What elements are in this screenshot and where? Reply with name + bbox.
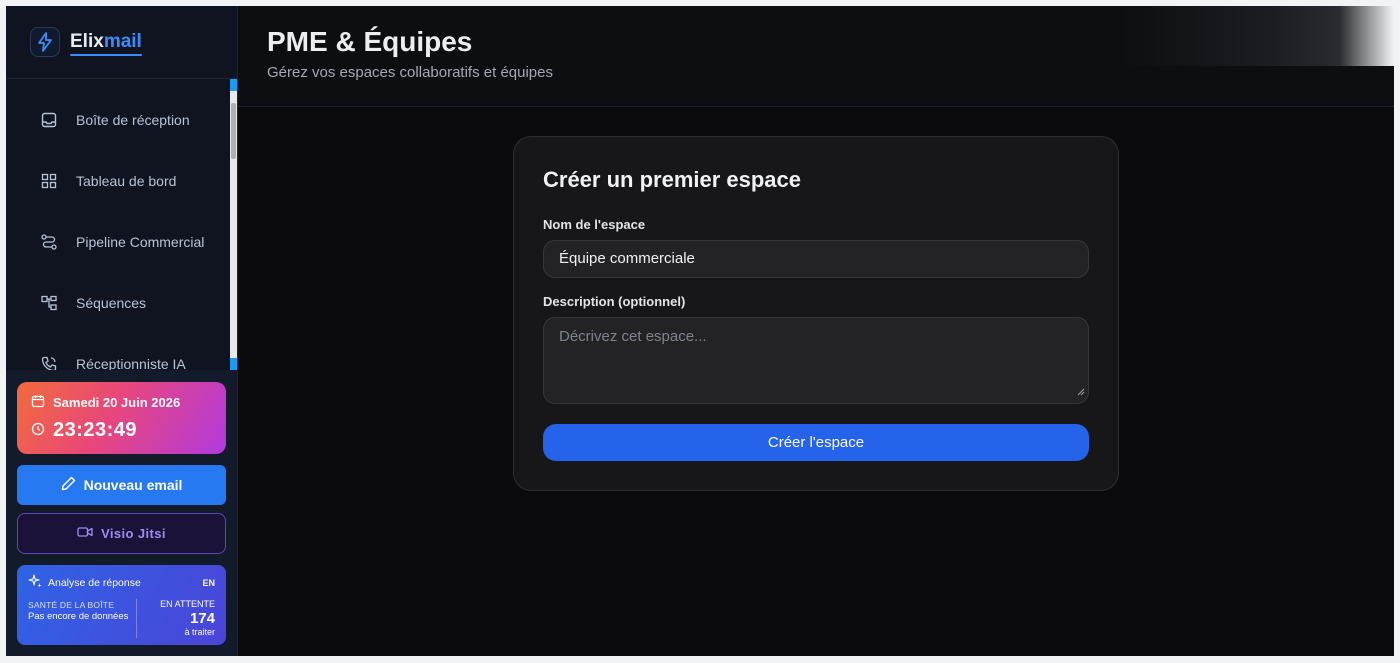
space-name-input[interactable]: Équipe commerciale — [543, 240, 1089, 278]
time-row: 23:23:49 — [31, 419, 212, 442]
analysis-title: Analyse de réponse — [48, 576, 141, 589]
new-email-label: Nouveau email — [83, 477, 183, 493]
scroll-thumb[interactable] — [231, 103, 236, 159]
sidebar-item-dashboard[interactable]: Tableau de bord — [6, 150, 238, 211]
logo-text-part2: mail — [103, 31, 142, 52]
lightning-icon — [30, 27, 60, 57]
sidebar-item-sequences[interactable]: Séquences — [6, 272, 238, 333]
analysis-header: Analyse de réponse EN — [28, 574, 215, 591]
pencil-icon — [61, 476, 84, 494]
response-analysis-card[interactable]: Analyse de réponse EN SANTÉ DE LA BOÎTE … — [17, 565, 226, 645]
sidebar-item-receptionist[interactable]: Réceptionniste IA — [6, 333, 238, 370]
sidebar-footer: Samedi 20 Juin 2026 23:23:49 Nouveau ema… — [6, 370, 237, 656]
pending-caption: EN ATTENTE — [160, 599, 215, 609]
logo-text-part1: Elix — [70, 31, 104, 52]
app-window: Elixmail Boîte de réception Tableau de b… — [6, 6, 1394, 656]
clock-icon — [31, 419, 53, 442]
health-caption: SANTÉ DE LA BOÎTE — [28, 600, 115, 610]
sidebar-nav: Boîte de réception Tableau de bord Pipel… — [6, 79, 238, 370]
main-content: PME & Équipes Gérez vos espaces collabor… — [238, 6, 1394, 656]
date-row: Samedi 20 Juin 2026 — [31, 394, 212, 411]
scroll-up-arrow[interactable] — [230, 79, 237, 91]
pending-number: 174 — [189, 610, 215, 627]
dashboard-icon — [40, 172, 58, 190]
create-space-button[interactable]: Créer l'espace — [543, 424, 1089, 461]
route-icon — [40, 233, 58, 251]
mailbox-health: SANTÉ DE LA BOÎTE Pas encore de données — [28, 599, 137, 638]
create-space-card: Créer un premier espace Nom de l'espace … — [513, 136, 1119, 491]
workflow-icon — [40, 294, 58, 312]
resize-handle-icon[interactable] — [1077, 383, 1085, 400]
health-value: Pas encore de données — [28, 611, 129, 622]
blurred-region — [1120, 6, 1394, 66]
current-time: 23:23:49 — [53, 419, 138, 441]
analysis-body: SANTÉ DE LA BOÎTE Pas encore de données … — [28, 599, 215, 638]
sidebar-item-label: Tableau de bord — [76, 172, 177, 189]
page-subtitle: Gérez vos espaces collaboratifs et équip… — [267, 64, 553, 81]
description-label: Description (optionnel) — [543, 294, 686, 309]
logo-underline — [70, 54, 142, 56]
pending-suffix: à traiter — [184, 627, 215, 637]
sidebar-item-label: Pipeline Commercial — [76, 233, 205, 250]
logo[interactable]: Elixmail — [6, 6, 237, 79]
current-date: Samedi 20 Juin 2026 — [53, 395, 181, 410]
inbox-icon — [40, 111, 58, 129]
sidebar-item-label: Séquences — [76, 294, 147, 311]
form-title: Créer un premier espace — [543, 167, 802, 192]
scroll-down-arrow[interactable] — [230, 358, 237, 370]
sidebar-item-inbox[interactable]: Boîte de réception — [6, 89, 238, 150]
calendar-icon — [31, 394, 53, 411]
sparkles-icon — [28, 574, 48, 591]
visio-label: Visio Jitsi — [101, 526, 166, 541]
sidebar-item-label: Réceptionniste IA — [76, 355, 186, 371]
space-name-label: Nom de l'espace — [543, 217, 646, 232]
video-camera-icon — [77, 526, 101, 541]
description-placeholder: Décrivez cet espace... — [559, 328, 707, 345]
description-textarea[interactable]: Décrivez cet espace... — [543, 317, 1089, 404]
logo-text: Elixmail — [70, 31, 142, 56]
sidebar-item-label: Boîte de réception — [76, 111, 190, 128]
date-time-card: Samedi 20 Juin 2026 23:23:49 — [17, 382, 226, 454]
sidebar: Elixmail Boîte de réception Tableau de b… — [6, 6, 238, 656]
sidebar-scrollbar[interactable] — [230, 79, 237, 370]
phone-icon — [40, 355, 58, 370]
new-email-button[interactable]: Nouveau email — [17, 465, 226, 505]
visio-jitsi-button[interactable]: Visio Jitsi — [17, 513, 226, 554]
analysis-lang-badge: EN — [202, 577, 215, 588]
sidebar-item-pipeline[interactable]: Pipeline Commercial — [6, 211, 238, 272]
pending-count: EN ATTENTE 174 à traiter — [137, 599, 215, 638]
